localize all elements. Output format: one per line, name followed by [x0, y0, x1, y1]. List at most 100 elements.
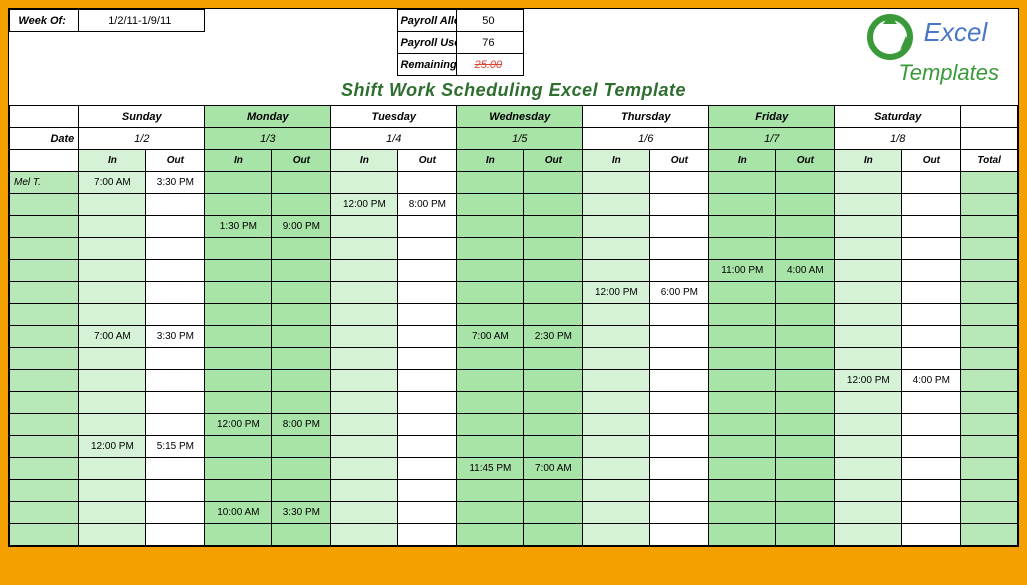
cell-out[interactable] — [776, 194, 835, 216]
cell-out[interactable] — [272, 392, 331, 414]
cell-out[interactable] — [524, 502, 583, 524]
cell-in[interactable] — [583, 194, 650, 216]
cell-out[interactable] — [146, 216, 205, 238]
cell-in[interactable] — [331, 392, 398, 414]
cell-in[interactable] — [79, 216, 146, 238]
cell-out[interactable] — [650, 216, 709, 238]
cell-in[interactable] — [457, 260, 524, 282]
cell-in[interactable] — [583, 524, 650, 546]
cell-out[interactable] — [272, 480, 331, 502]
cell-out[interactable] — [902, 260, 961, 282]
cell-out[interactable] — [524, 238, 583, 260]
cell-out[interactable] — [272, 260, 331, 282]
cell-in[interactable]: 11:45 PM — [457, 458, 524, 480]
cell-in[interactable] — [457, 172, 524, 194]
employee-name-cell[interactable]: Mel T. — [10, 172, 79, 194]
week-of-value[interactable]: 1/2/11-1/9/11 — [79, 10, 205, 32]
cell-out[interactable] — [146, 348, 205, 370]
cell-in[interactable] — [205, 172, 272, 194]
cell-in[interactable] — [835, 524, 902, 546]
employee-name-cell[interactable] — [10, 282, 79, 304]
cell-out[interactable] — [776, 216, 835, 238]
cell-in[interactable] — [79, 502, 146, 524]
cell-in[interactable] — [79, 370, 146, 392]
cell-in[interactable]: 12:00 PM — [79, 436, 146, 458]
cell-out[interactable] — [398, 326, 457, 348]
cell-out[interactable] — [650, 392, 709, 414]
cell-out[interactable] — [776, 502, 835, 524]
cell-in[interactable] — [583, 392, 650, 414]
cell-out[interactable] — [650, 260, 709, 282]
cell-in[interactable] — [583, 436, 650, 458]
cell-out[interactable] — [650, 414, 709, 436]
cell-out[interactable] — [776, 238, 835, 260]
cell-out[interactable] — [524, 436, 583, 458]
cell-out[interactable] — [650, 436, 709, 458]
cell-in[interactable]: 12:00 PM — [835, 370, 902, 392]
cell-in[interactable] — [79, 458, 146, 480]
cell-in[interactable] — [205, 436, 272, 458]
cell-in[interactable] — [709, 524, 776, 546]
cell-out[interactable] — [902, 282, 961, 304]
cell-in[interactable] — [331, 216, 398, 238]
cell-out[interactable] — [398, 436, 457, 458]
cell-in[interactable] — [457, 282, 524, 304]
cell-out[interactable] — [146, 238, 205, 260]
cell-in[interactable] — [835, 326, 902, 348]
cell-out[interactable]: 4:00 PM — [902, 370, 961, 392]
cell-in[interactable] — [205, 282, 272, 304]
cell-out[interactable] — [146, 304, 205, 326]
cell-out[interactable] — [776, 304, 835, 326]
cell-in[interactable] — [457, 194, 524, 216]
cell-in[interactable] — [835, 414, 902, 436]
cell-in[interactable] — [79, 304, 146, 326]
cell-in[interactable] — [835, 260, 902, 282]
cell-in[interactable] — [457, 436, 524, 458]
cell-in[interactable] — [709, 216, 776, 238]
cell-out[interactable] — [902, 348, 961, 370]
cell-out[interactable] — [902, 216, 961, 238]
cell-out[interactable]: 3:30 PM — [146, 172, 205, 194]
cell-out[interactable] — [902, 392, 961, 414]
cell-out[interactable] — [524, 414, 583, 436]
cell-in[interactable] — [205, 238, 272, 260]
cell-in[interactable] — [709, 480, 776, 502]
cell-out[interactable] — [146, 260, 205, 282]
cell-out[interactable] — [902, 524, 961, 546]
payroll-alloted-value[interactable]: 50 — [457, 10, 524, 32]
cell-in[interactable] — [709, 326, 776, 348]
cell-in[interactable] — [583, 480, 650, 502]
cell-in[interactable] — [457, 414, 524, 436]
cell-out[interactable] — [398, 392, 457, 414]
cell-in[interactable] — [709, 392, 776, 414]
cell-out[interactable] — [524, 216, 583, 238]
cell-out[interactable] — [146, 282, 205, 304]
cell-out[interactable]: 9:00 PM — [272, 216, 331, 238]
employee-name-cell[interactable] — [10, 370, 79, 392]
employee-name-cell[interactable] — [10, 436, 79, 458]
cell-in[interactable] — [457, 392, 524, 414]
cell-in[interactable] — [79, 238, 146, 260]
cell-out[interactable] — [776, 480, 835, 502]
cell-out[interactable] — [524, 348, 583, 370]
cell-out[interactable] — [398, 414, 457, 436]
employee-name-cell[interactable] — [10, 392, 79, 414]
cell-in[interactable] — [457, 216, 524, 238]
cell-in[interactable] — [709, 282, 776, 304]
cell-in[interactable] — [331, 458, 398, 480]
cell-in[interactable]: 7:00 AM — [457, 326, 524, 348]
cell-in[interactable] — [835, 282, 902, 304]
cell-out[interactable] — [272, 348, 331, 370]
cell-out[interactable]: 4:00 AM — [776, 260, 835, 282]
cell-out[interactable] — [650, 480, 709, 502]
cell-out[interactable] — [272, 172, 331, 194]
cell-out[interactable] — [776, 436, 835, 458]
cell-in[interactable] — [79, 480, 146, 502]
cell-out[interactable] — [272, 436, 331, 458]
cell-out[interactable] — [272, 524, 331, 546]
cell-out[interactable] — [650, 304, 709, 326]
cell-in[interactable] — [583, 260, 650, 282]
cell-in[interactable]: 10:00 AM — [205, 502, 272, 524]
cell-out[interactable] — [146, 414, 205, 436]
cell-in[interactable] — [457, 370, 524, 392]
